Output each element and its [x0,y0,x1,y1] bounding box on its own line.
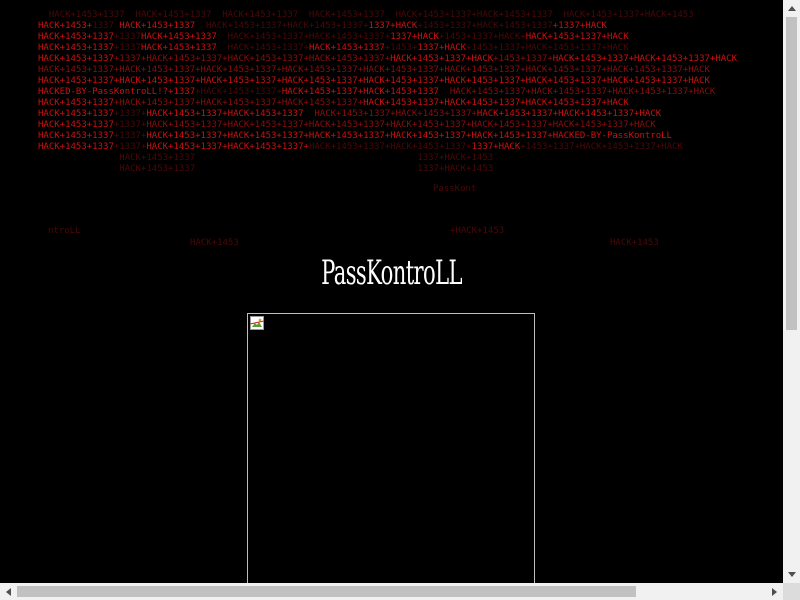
ascii-art-segment: +1453+1337+ [493,54,553,64]
scroll-left-arrow-icon[interactable] [0,583,17,600]
ascii-art-segment: 1337+HACK [368,21,418,31]
ascii-art-line: HACK+1453+1337+HACK+1453+1337+HACK+1453+… [38,76,783,87]
ascii-art-segment: HACK+1453+1337+ [216,43,309,53]
ascii-art-segment: 1337+HACK [417,43,467,53]
ascii-art-segment: 1337 [92,21,120,31]
ascii-art-line: HACK+1453+1337 1337+HACK+1453 [38,153,783,164]
ascii-art-segment: HACK+1453+1337+HACK+1453+1337 [146,109,304,119]
page-title: PassKontroLL [321,253,462,293]
ascii-art-segment: HACK+1453+1337+HACK+1453+1337+HACK+1453+… [438,87,716,97]
ascii-art-line: HACK+1453+1337+1337+HACK+1453+1337+HACK+… [38,54,783,65]
ascii-art-line: HACK+1453+1337 HACK+1453+1337 HACK+1453+… [38,21,783,32]
ascii-art-segment: HACK+1453+1337 [38,120,114,130]
ascii-art-segment: HACK+1453+1337+HACK+1453+1337+HACK [476,109,662,119]
ascii-art-segment: HACK+1453+1337+HACK+1453+1337+ [146,142,309,152]
vertical-scrollbar[interactable] [783,0,800,583]
ascii-art-segment: HACK+1453+1337 [38,98,114,108]
scroll-right-arrow-icon[interactable] [766,583,783,600]
scrollbar-corner [783,583,800,600]
ascii-art-segment: HACK+1453+1337 [308,43,385,53]
ascii-art-segment: HACK+1453+1337+HACK+1453+1337+HACK [552,54,737,64]
ascii-art-segment: +1337+ [113,109,147,119]
ascii-art-segment: HACK+1453+1337 [140,43,217,53]
ascii-art-segment: HACK+1453+1337+HACK+1453+1337+HACK+1453+… [146,131,553,141]
ascii-art-segment: HACK+1453+1337 [38,43,114,53]
ascii-art-line: HACK+1453+1337+1337+HACK+1453+1337+HACK+… [38,120,783,131]
ascii-art-segment: HACK+1453+1337 [119,21,196,31]
ascii-art-segment: HACK+1453+1337+HACK [525,32,629,42]
ascii-art-line: HACK+1453+1337+HACK+1453+1337+HACK+1453+… [38,98,783,109]
horizontal-scrollbar[interactable] [0,583,783,600]
ascii-art-line: HACK+1453+1337+1337+HACK+1453+1337+HACK+… [38,131,783,142]
ascii-art-segment: +1337+ [113,131,147,141]
ascii-art-segment: HACK+1453+1337+HACK+1453+1337 [281,87,439,97]
ascii-art-segment: HACK+1453+1337+HACK+1453+1337+HACK+1453+… [146,120,656,130]
ascii-art-segment: +HACK+1453+1337+HACK+1453+1337+HACK+1453… [113,98,364,108]
ascii-art-segment: HACK+1453+1337 [38,54,114,64]
ascii-art-segment: +1453+1337+HACK+1453+1337 [417,21,553,31]
broken-image-icon [250,316,264,330]
floating-ascii-label: PassKont [433,184,477,194]
floating-ascii-label: ntroLL [48,226,81,236]
ascii-art-segment: +1453+1337+HACK+1453+1337+HACK [466,43,629,53]
ascii-art-segment: HACK+1453+1337+HACK [390,54,494,64]
ascii-art-segment: HACK+1453+1337 [38,164,196,174]
ascii-art-segment: 1337+HACK [471,142,521,152]
ascii-art-segment: HACKED-BY-PassKontroLL [552,131,672,141]
ascii-art-segment: 1337+HACK+1453 [195,153,494,163]
ascii-art-line: HACK+1453+1337+1337+HACK+1453+1337+HACK+… [38,142,783,153]
ascii-art-segment: 1337+HACK+1453 [195,164,494,174]
ascii-art-line: HACK+1453+1337+1337+HACK+1453+1337+HACK+… [38,109,783,120]
ascii-art-segment: +1453+1337+HACK+ [438,32,526,42]
ascii-art-segment: +HACK+1453+1337+ [195,87,282,97]
floating-ascii-label: HACK+1453 [190,238,239,248]
page-viewport: HACK+1453+1337 HACK+1453+1337 HACK+1453+… [0,0,783,583]
ascii-art-segment: HACK+1453+1337 [38,109,114,119]
ascii-art-segment: HACK+1453+1337 [38,32,114,42]
ascii-art-segment: +1337+ [113,120,147,130]
vertical-scroll-thumb[interactable] [786,17,797,330]
ascii-art-segment: HACK+1453+1337+HACK+1453+1337+ [195,21,369,31]
floating-ascii-label: +HACK+1453 [450,226,505,236]
ascii-art-segment: HACK+1453+1337 [38,131,114,141]
scroll-down-arrow-icon[interactable] [783,566,800,583]
ascii-art-line: HACK+1453+1337+1337HACK+1453+1337 HACK+1… [38,43,783,54]
ascii-art-line: HACKED-BY-PassKontroLL!?+1337+HACK+1453+… [38,87,783,98]
floating-ascii-label: HACK+1453 [610,238,659,248]
ascii-art-segment: HACK+1453+ [38,21,93,31]
ascii-art-segment: HACK+1453+1337 [38,142,114,152]
ascii-art-line: HACK+1453+1337+1337HACK+1453+1337 HACK+1… [38,32,783,43]
horizontal-scroll-thumb[interactable] [17,586,636,597]
ascii-art-segment: +1337 [113,32,141,42]
ascii-art-segment: +1337 [113,43,141,53]
scroll-up-arrow-icon[interactable] [783,0,800,17]
ascii-art-segment: 1337+HACK [390,32,439,42]
ascii-art-segment: +1453+ [384,43,418,53]
ascii-art-line: HACK+1453+1337+HACK+1453+1337+HACK+1453+… [38,65,783,76]
ascii-art-segment: +1337+ [113,142,147,152]
ascii-art-banner: HACK+1453+1337 HACK+1453+1337 HACK+1453+… [38,10,783,190]
ascii-art-segment: +1337+HACK+1453+1337+HACK+1453+1337+HACK… [113,54,391,64]
ascii-art-segment: HACK+1453+1337 [140,32,217,42]
ascii-art-segment: +1337+HACK [552,21,607,31]
ascii-art-segment: HACKED-BY-PassKontroLL!?+1337 [38,87,196,97]
ascii-art-line: HACK+1453+1337 HACK+1453+1337 HACK+1453+… [38,10,783,21]
broken-image [247,313,535,583]
ascii-art-segment: HACK+1453+1337+HACK+1453+1337+HACK+1453+… [363,98,629,108]
ascii-art-segment: HACK+1453+1337+HACK+1453+1337+HACK+1453+… [38,76,710,86]
ascii-art-segment: +1453+1337+HACK+1453+1337+HACK [520,142,683,152]
ascii-art-line: HACK+1453+1337 1337+HACK+1453 [38,164,783,175]
ascii-art-segment: HACK+1453+1337 [38,153,196,163]
ascii-art-segment: HACK+1453+1337+HACK+1453+1337+ [308,142,472,152]
ascii-art-segment: HACK+1453+1337+HACK+1453+1337+HACK+1453+… [38,65,710,75]
ascii-art-segment: HACK+1453+1337 HACK+1453+1337 HACK+1453+… [38,10,694,20]
ascii-art-segment: HACK+1453+1337+HACK+1453+1337+ [216,32,391,42]
ascii-art-segment: HACK+1453+1337+HACK+1453+1337+ [303,109,477,119]
